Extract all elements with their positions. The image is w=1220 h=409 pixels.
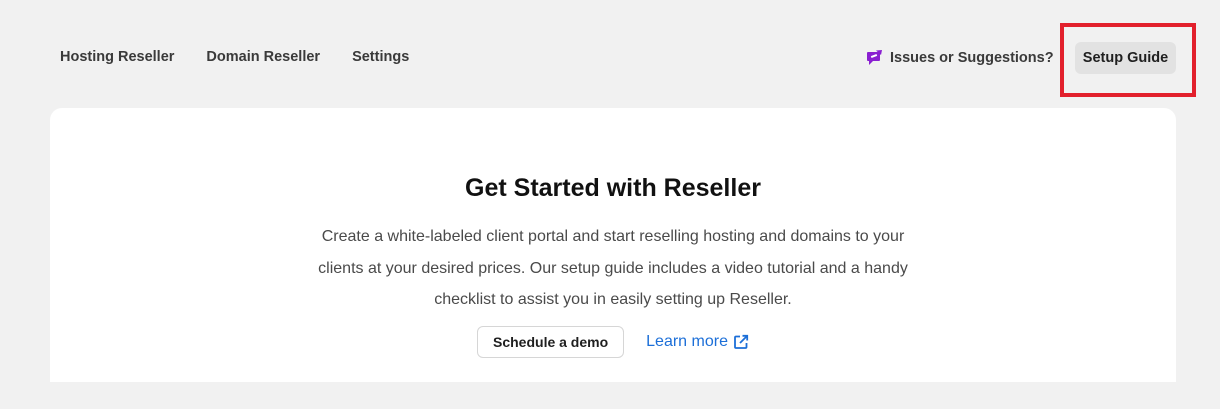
card-actions: Schedule a demo Learn more: [50, 326, 1176, 358]
get-started-card: Get Started with Reseller Create a white…: [50, 108, 1176, 382]
card-description: Create a white-labeled client portal and…: [318, 228, 908, 308]
card-title: Get Started with Reseller: [465, 174, 761, 202]
learn-more-label: Learn more: [646, 333, 728, 350]
nav-tabs: Hosting Reseller Domain Reseller Setting…: [60, 49, 409, 65]
external-link-icon: [733, 334, 749, 350]
top-navigation: Hosting Reseller Domain Reseller Setting…: [0, 0, 1220, 108]
learn-more-link[interactable]: Learn more: [646, 333, 749, 351]
schedule-demo-button[interactable]: Schedule a demo: [477, 326, 625, 358]
nav-hosting-reseller[interactable]: Hosting Reseller: [60, 49, 174, 65]
nav-domain-reseller[interactable]: Domain Reseller: [206, 49, 320, 65]
issues-suggestions-link[interactable]: Issues or Suggestions?: [866, 49, 1054, 67]
setup-guide-button[interactable]: Setup Guide: [1075, 42, 1176, 74]
issues-label: Issues or Suggestions?: [890, 50, 1054, 66]
feedback-icon: [866, 49, 884, 67]
nav-settings[interactable]: Settings: [352, 49, 409, 65]
